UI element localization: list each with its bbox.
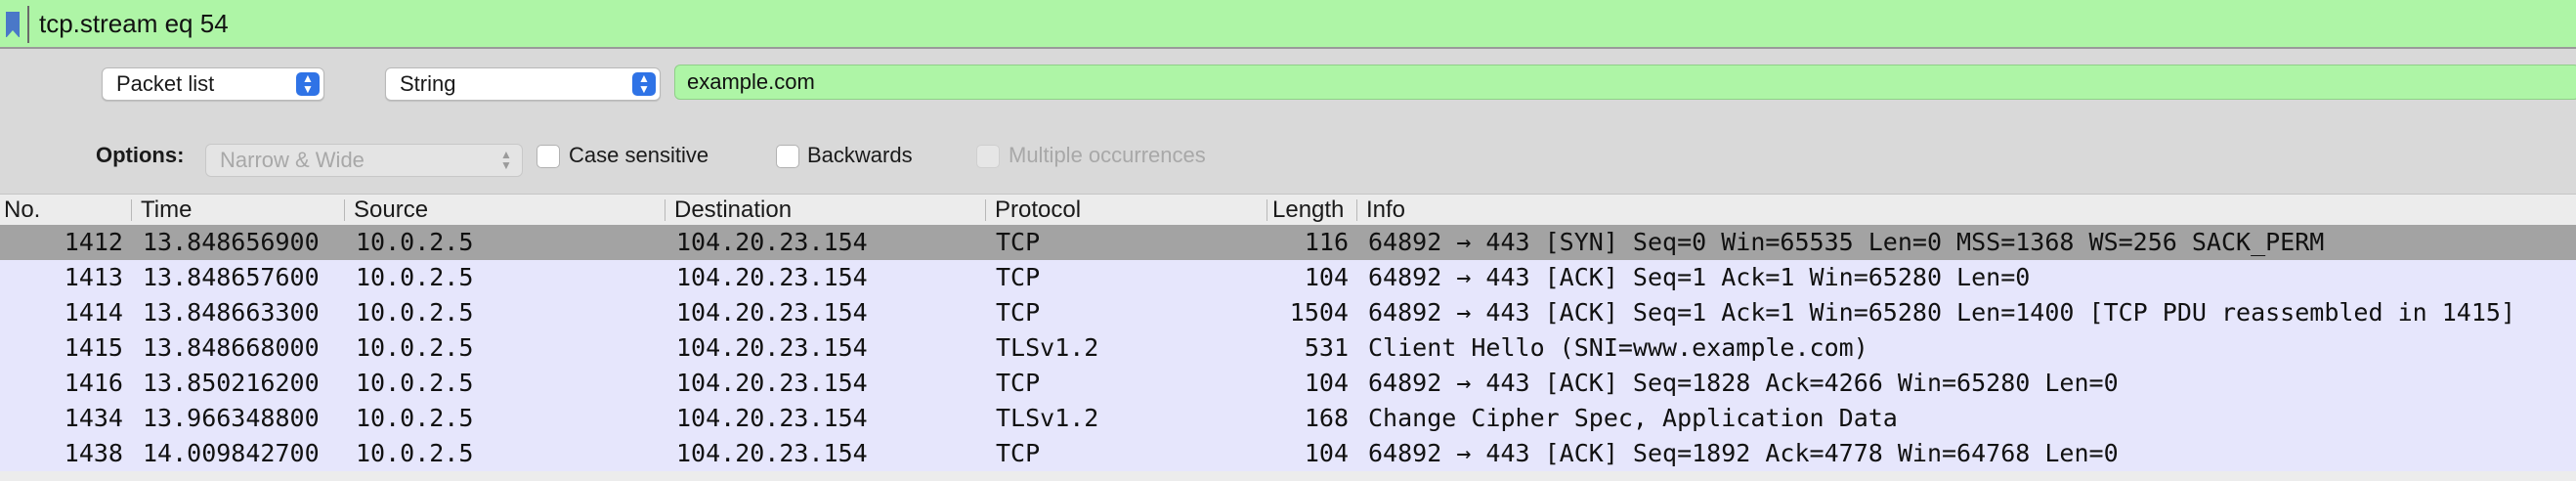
- cell-no: 1438: [64, 439, 123, 467]
- cell-protocol: TCP: [996, 263, 1041, 291]
- column-destination[interactable]: Destination: [674, 195, 792, 226]
- cell-source: 10.0.2.5: [356, 263, 474, 291]
- cell-length: 104: [1304, 263, 1349, 291]
- cell-time: 13.848663300: [143, 298, 320, 327]
- cell-no: 1416: [64, 369, 123, 397]
- column-no[interactable]: No.: [4, 195, 40, 226]
- cell-destination: 104.20.23.154: [676, 298, 868, 327]
- cell-no: 1415: [64, 333, 123, 362]
- cell-source: 10.0.2.5: [356, 298, 474, 327]
- cell-no: 1434: [64, 404, 123, 432]
- cell-protocol: TCP: [996, 439, 1041, 467]
- cell-no: 1413: [64, 263, 123, 291]
- packet-row[interactable]: 1438 14.009842700 10.0.2.5 104.20.23.154…: [0, 436, 2576, 471]
- cell-info: 64892 → 443 [ACK] Seq=1828 Ack=4266 Win=…: [1368, 369, 2119, 397]
- case-sensitive-checkbox[interactable]: [537, 145, 560, 168]
- cell-no: 1414: [64, 298, 123, 327]
- search-in-value: Packet list: [116, 71, 215, 96]
- cell-info: Client Hello (SNI=www.example.com): [1368, 333, 1868, 362]
- column-time[interactable]: Time: [141, 195, 192, 226]
- column-protocol[interactable]: Protocol: [995, 195, 1081, 226]
- cell-time: 13.848657600: [143, 263, 320, 291]
- cell-protocol: TCP: [996, 369, 1041, 397]
- column-info[interactable]: Info: [1366, 195, 1405, 226]
- multiple-occurrences-checkbox[interactable]: [976, 145, 1000, 168]
- column-length[interactable]: Length: [1272, 195, 1344, 226]
- chevron-updown-icon: ▲ ▼: [296, 72, 320, 96]
- display-filter-bar[interactable]: tcp.stream eq 54: [0, 0, 2576, 49]
- charset-value: Narrow & Wide: [220, 148, 365, 172]
- cell-time: 13.966348800: [143, 404, 320, 432]
- filter-divider: [27, 6, 29, 43]
- cell-length: 104: [1304, 369, 1349, 397]
- cell-destination: 104.20.23.154: [676, 333, 868, 362]
- cell-source: 10.0.2.5: [356, 333, 474, 362]
- cell-protocol: TCP: [996, 228, 1041, 256]
- cell-info: 64892 → 443 [SYN] Seq=0 Win=65535 Len=0 …: [1368, 228, 2325, 256]
- cell-destination: 104.20.23.154: [676, 263, 868, 291]
- cell-destination: 104.20.23.154: [676, 439, 868, 467]
- cell-source: 10.0.2.5: [356, 439, 474, 467]
- cell-destination: 104.20.23.154: [676, 404, 868, 432]
- cell-length: 116: [1304, 228, 1349, 256]
- cell-info: Change Cipher Spec, Application Data: [1368, 404, 1898, 432]
- packet-row[interactable]: 1412 13.848656900 10.0.2.5 104.20.23.154…: [0, 225, 2576, 260]
- packet-row[interactable]: 1416 13.850216200 10.0.2.5 104.20.23.154…: [0, 366, 2576, 401]
- cell-length: 168: [1304, 404, 1349, 432]
- cell-length: 104: [1304, 439, 1349, 467]
- column-divider[interactable]: [1356, 199, 1357, 221]
- search-in-select[interactable]: Packet list ▲ ▼: [102, 67, 324, 101]
- cell-time: 13.848656900: [143, 228, 320, 256]
- packet-list-header: No. Time Source Destination Protocol Len…: [0, 194, 2576, 225]
- cell-no: 1412: [64, 228, 123, 256]
- cell-time: 13.848668000: [143, 333, 320, 362]
- search-type-select[interactable]: String ▲ ▼: [385, 67, 661, 101]
- charset-select[interactable]: Narrow & Wide ▲ ▼: [205, 144, 523, 177]
- backwards-label: Backwards: [807, 143, 913, 167]
- chevron-updown-icon: ▲ ▼: [500, 148, 512, 172]
- column-divider[interactable]: [344, 199, 345, 221]
- cell-destination: 104.20.23.154: [676, 228, 868, 256]
- column-source[interactable]: Source: [354, 195, 428, 226]
- cell-source: 10.0.2.5: [356, 228, 474, 256]
- cell-protocol: TCP: [996, 298, 1041, 327]
- display-filter-input[interactable]: tcp.stream eq 54: [39, 8, 229, 39]
- cell-info: 64892 → 443 [ACK] Seq=1892 Ack=4778 Win=…: [1368, 439, 2119, 467]
- packet-row[interactable]: 1414 13.848663300 10.0.2.5 104.20.23.154…: [0, 295, 2576, 330]
- cell-protocol: TLSv1.2: [996, 404, 1099, 432]
- packet-row[interactable]: 1413 13.848657600 10.0.2.5 104.20.23.154…: [0, 260, 2576, 295]
- search-type-value: String: [400, 71, 456, 96]
- cell-source: 10.0.2.5: [356, 369, 474, 397]
- cell-protocol: TLSv1.2: [996, 333, 1099, 362]
- cell-destination: 104.20.23.154: [676, 369, 868, 397]
- options-label: Options:: [96, 143, 185, 167]
- case-sensitive-label: Case sensitive: [569, 143, 709, 167]
- multiple-occurrences-label: Multiple occurrences: [1009, 143, 1206, 167]
- packet-row[interactable]: 1415 13.848668000 10.0.2.5 104.20.23.154…: [0, 330, 2576, 366]
- cell-source: 10.0.2.5: [356, 404, 474, 432]
- cell-info: 64892 → 443 [ACK] Seq=1 Ack=1 Win=65280 …: [1368, 298, 2515, 327]
- cell-length: 1504: [1289, 298, 1349, 327]
- bookmark-icon[interactable]: [6, 12, 20, 38]
- cell-length: 531: [1304, 333, 1349, 362]
- cell-info: 64892 → 443 [ACK] Seq=1 Ack=1 Win=65280 …: [1368, 263, 2031, 291]
- find-search-input[interactable]: example.com: [674, 65, 2576, 100]
- column-divider[interactable]: [131, 199, 132, 221]
- chevron-updown-icon: ▲ ▼: [632, 72, 656, 96]
- cell-time: 13.850216200: [143, 369, 320, 397]
- backwards-checkbox[interactable]: [776, 145, 799, 168]
- cell-time: 14.009842700: [143, 439, 320, 467]
- column-divider[interactable]: [985, 199, 986, 221]
- packet-row[interactable]: 1434 13.966348800 10.0.2.5 104.20.23.154…: [0, 401, 2576, 436]
